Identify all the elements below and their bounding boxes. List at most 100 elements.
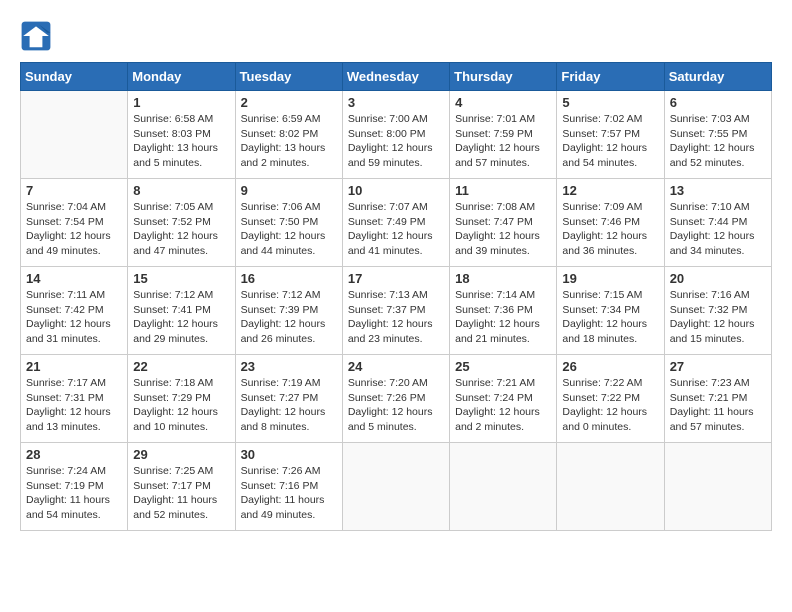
calendar-cell: 5 Sunrise: 7:02 AM Sunset: 7:57 PM Daylig… (557, 91, 664, 179)
day-number: 11 (455, 183, 551, 198)
day-number: 24 (348, 359, 444, 374)
calendar-cell: 10Sunrise: 7:07 AM Sunset: 7:49 PM Dayli… (342, 179, 449, 267)
day-info: Sunrise: 7:12 AM Sunset: 7:39 PM Dayligh… (241, 288, 337, 347)
calendar-cell: 8 Sunrise: 7:05 AM Sunset: 7:52 PM Daylig… (128, 179, 235, 267)
day-info: Sunrise: 7:22 AM Sunset: 7:22 PM Dayligh… (562, 376, 658, 435)
calendar-cell: 11 Sunrise: 7:08 AM Sunset: 7:47 PM Dayli… (450, 179, 557, 267)
day-info: Sunrise: 7:20 AM Sunset: 7:26 PM Dayligh… (348, 376, 444, 435)
calendar-cell: 1 Sunrise: 6:58 AM Sunset: 8:03 PM Daylig… (128, 91, 235, 179)
day-number: 19 (562, 271, 658, 286)
week-row-2: 7 Sunrise: 7:04 AM Sunset: 7:54 PM Daylig… (21, 179, 772, 267)
day-number: 29 (133, 447, 229, 462)
week-row-4: 21 Sunrise: 7:17 AM Sunset: 7:31 PM Dayli… (21, 355, 772, 443)
day-number: 1 (133, 95, 229, 110)
day-info: Sunrise: 7:09 AM Sunset: 7:46 PM Dayligh… (562, 200, 658, 259)
day-number: 2 (241, 95, 337, 110)
day-number: 22 (133, 359, 229, 374)
calendar-cell: 17 Sunrise: 7:13 AM Sunset: 7:37 PM Dayli… (342, 267, 449, 355)
calendar-cell: 24 Sunrise: 7:20 AM Sunset: 7:26 PM Dayli… (342, 355, 449, 443)
calendar-cell: 18 Sunrise: 7:14 AM Sunset: 7:36 PM Dayli… (450, 267, 557, 355)
day-info: Sunrise: 7:17 AM Sunset: 7:31 PM Dayligh… (26, 376, 122, 435)
day-number: 5 (562, 95, 658, 110)
day-info: Sunrise: 7:26 AM Sunset: 7:16 PM Dayligh… (241, 464, 337, 523)
calendar-cell: 2 Sunrise: 6:59 AM Sunset: 8:02 PM Daylig… (235, 91, 342, 179)
calendar-cell: 30 Sunrise: 7:26 AM Sunset: 7:16 PM Dayli… (235, 443, 342, 531)
day-info: Sunrise: 7:23 AM Sunset: 7:21 PM Dayligh… (670, 376, 766, 435)
day-info: Sunrise: 7:00 AM Sunset: 8:00 PM Dayligh… (348, 112, 444, 171)
day-info: Sunrise: 6:58 AM Sunset: 8:03 PM Dayligh… (133, 112, 229, 171)
calendar-cell: 21 Sunrise: 7:17 AM Sunset: 7:31 PM Dayli… (21, 355, 128, 443)
calendar-cell: 27 Sunrise: 7:23 AM Sunset: 7:21 PM Dayli… (664, 355, 771, 443)
day-info: Sunrise: 7:24 AM Sunset: 7:19 PM Dayligh… (26, 464, 122, 523)
day-info: Sunrise: 7:15 AM Sunset: 7:34 PM Dayligh… (562, 288, 658, 347)
day-info: Sunrise: 7:05 AM Sunset: 7:52 PM Dayligh… (133, 200, 229, 259)
calendar-cell: 20 Sunrise: 7:16 AM Sunset: 7:32 PM Dayli… (664, 267, 771, 355)
day-number: 14 (26, 271, 122, 286)
col-header-saturday: Saturday (664, 63, 771, 91)
day-number: 27 (670, 359, 766, 374)
day-number: 18 (455, 271, 551, 286)
col-header-sunday: Sunday (21, 63, 128, 91)
day-number: 28 (26, 447, 122, 462)
day-number: 25 (455, 359, 551, 374)
calendar-cell: 4Sunrise: 7:01 AM Sunset: 7:59 PM Daylig… (450, 91, 557, 179)
calendar-cell: 13Sunrise: 7:10 AM Sunset: 7:44 PM Dayli… (664, 179, 771, 267)
day-number: 10 (348, 183, 444, 198)
col-header-friday: Friday (557, 63, 664, 91)
day-number: 13 (670, 183, 766, 198)
calendar-header: SundayMondayTuesdayWednesdayThursdayFrid… (21, 63, 772, 91)
day-number: 7 (26, 183, 122, 198)
day-info: Sunrise: 7:13 AM Sunset: 7:37 PM Dayligh… (348, 288, 444, 347)
day-number: 6 (670, 95, 766, 110)
calendar-cell: 22Sunrise: 7:18 AM Sunset: 7:29 PM Dayli… (128, 355, 235, 443)
day-number: 4 (455, 95, 551, 110)
calendar-cell: 12 Sunrise: 7:09 AM Sunset: 7:46 PM Dayli… (557, 179, 664, 267)
week-row-5: 28 Sunrise: 7:24 AM Sunset: 7:19 PM Dayli… (21, 443, 772, 531)
col-header-monday: Monday (128, 63, 235, 91)
calendar-cell (342, 443, 449, 531)
day-number: 20 (670, 271, 766, 286)
calendar-cell: 7 Sunrise: 7:04 AM Sunset: 7:54 PM Daylig… (21, 179, 128, 267)
calendar-cell: 16Sunrise: 7:12 AM Sunset: 7:39 PM Dayli… (235, 267, 342, 355)
day-info: Sunrise: 7:02 AM Sunset: 7:57 PM Dayligh… (562, 112, 658, 171)
col-header-thursday: Thursday (450, 63, 557, 91)
day-number: 8 (133, 183, 229, 198)
day-info: Sunrise: 7:08 AM Sunset: 7:47 PM Dayligh… (455, 200, 551, 259)
day-info: Sunrise: 7:19 AM Sunset: 7:27 PM Dayligh… (241, 376, 337, 435)
day-info: Sunrise: 7:11 AM Sunset: 7:42 PM Dayligh… (26, 288, 122, 347)
calendar-cell: 28 Sunrise: 7:24 AM Sunset: 7:19 PM Dayli… (21, 443, 128, 531)
calendar-cell (664, 443, 771, 531)
day-info: Sunrise: 6:59 AM Sunset: 8:02 PM Dayligh… (241, 112, 337, 171)
calendar-cell: 29 Sunrise: 7:25 AM Sunset: 7:17 PM Dayli… (128, 443, 235, 531)
logo (20, 20, 56, 52)
day-info: Sunrise: 7:21 AM Sunset: 7:24 PM Dayligh… (455, 376, 551, 435)
day-info: Sunrise: 7:12 AM Sunset: 7:41 PM Dayligh… (133, 288, 229, 347)
page-header (20, 20, 772, 52)
day-number: 30 (241, 447, 337, 462)
calendar-cell: 6 Sunrise: 7:03 AM Sunset: 7:55 PM Daylig… (664, 91, 771, 179)
day-info: Sunrise: 7:14 AM Sunset: 7:36 PM Dayligh… (455, 288, 551, 347)
day-number: 15 (133, 271, 229, 286)
calendar-cell: 15 Sunrise: 7:12 AM Sunset: 7:41 PM Dayli… (128, 267, 235, 355)
calendar-cell (557, 443, 664, 531)
day-info: Sunrise: 7:03 AM Sunset: 7:55 PM Dayligh… (670, 112, 766, 171)
day-number: 17 (348, 271, 444, 286)
calendar-cell: 25 Sunrise: 7:21 AM Sunset: 7:24 PM Dayli… (450, 355, 557, 443)
calendar-cell: 19 Sunrise: 7:15 AM Sunset: 7:34 PM Dayli… (557, 267, 664, 355)
day-info: Sunrise: 7:04 AM Sunset: 7:54 PM Dayligh… (26, 200, 122, 259)
day-info: Sunrise: 7:25 AM Sunset: 7:17 PM Dayligh… (133, 464, 229, 523)
calendar-cell: 9 Sunrise: 7:06 AM Sunset: 7:50 PM Daylig… (235, 179, 342, 267)
day-info: Sunrise: 7:06 AM Sunset: 7:50 PM Dayligh… (241, 200, 337, 259)
calendar-table: SundayMondayTuesdayWednesdayThursdayFrid… (20, 62, 772, 531)
day-number: 3 (348, 95, 444, 110)
calendar-cell (21, 91, 128, 179)
col-header-wednesday: Wednesday (342, 63, 449, 91)
day-info: Sunrise: 7:16 AM Sunset: 7:32 PM Dayligh… (670, 288, 766, 347)
day-number: 12 (562, 183, 658, 198)
col-header-tuesday: Tuesday (235, 63, 342, 91)
day-number: 21 (26, 359, 122, 374)
week-row-3: 14 Sunrise: 7:11 AM Sunset: 7:42 PM Dayli… (21, 267, 772, 355)
calendar-cell: 14 Sunrise: 7:11 AM Sunset: 7:42 PM Dayli… (21, 267, 128, 355)
day-number: 9 (241, 183, 337, 198)
day-number: 26 (562, 359, 658, 374)
